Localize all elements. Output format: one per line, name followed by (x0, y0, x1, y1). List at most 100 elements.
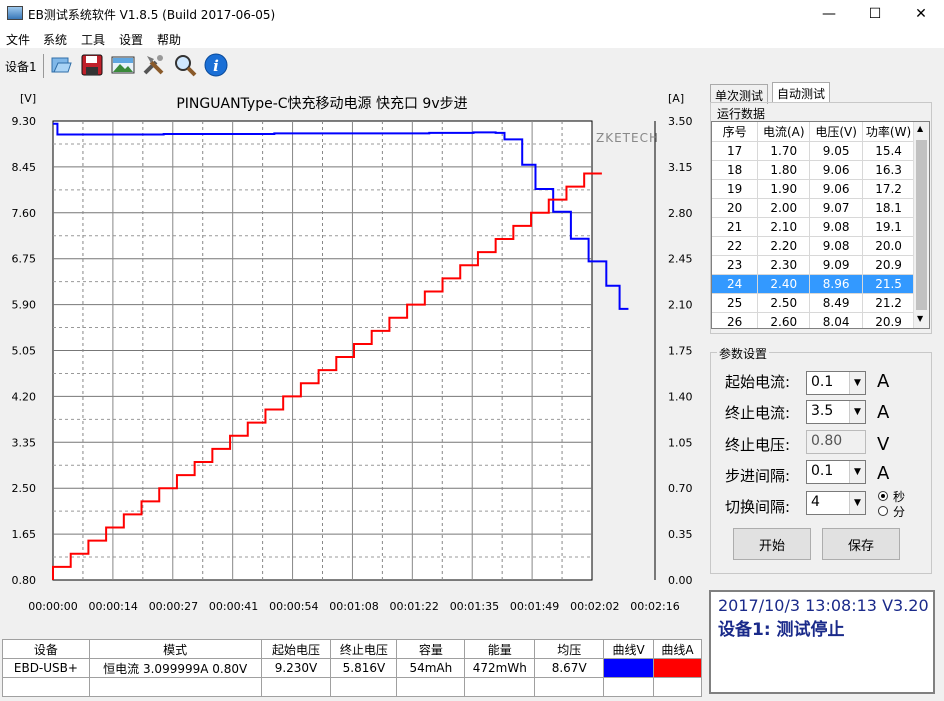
table-row-cell: 2.20 (757, 236, 811, 256)
table-row-cell: 23 (712, 255, 759, 275)
table-row[interactable]: 17 1.70 9.05 15.4 (712, 141, 915, 161)
table-row-cell: 2.10 (757, 217, 811, 237)
radio-seconds[interactable] (878, 491, 888, 501)
table-row-cell: 20 (712, 198, 759, 218)
table-row-cell: 21.2 (862, 293, 915, 313)
maximize-button[interactable]: ☐ (852, 0, 898, 28)
search-icon[interactable] (172, 52, 198, 78)
y-left-tick-label: 4.20 (12, 390, 37, 403)
menu-help[interactable]: 帮助 (157, 31, 181, 48)
table-row-cell: 17.2 (862, 179, 915, 199)
table-row-cell: 1.90 (757, 179, 811, 199)
x-tick-label: 00:01:08 (329, 600, 378, 613)
x-tick-label: 00:00:00 (28, 600, 77, 613)
table-row[interactable]: 24 2.40 8.96 21.5 (712, 274, 915, 294)
start-current-value: 0.1 (811, 374, 834, 390)
header-end-voltage: 终止电压 (330, 639, 398, 659)
cell-energy: 472mWh (464, 658, 536, 678)
radio-minutes[interactable] (878, 506, 888, 516)
tab-single-test[interactable]: 单次测试 (710, 84, 769, 104)
y-left-tick-label: 1.65 (12, 528, 37, 541)
chevron-down-icon[interactable]: ▼ (849, 401, 865, 423)
y-left-tick-label: 5.05 (12, 345, 37, 358)
chevron-down-icon[interactable]: ▼ (849, 492, 865, 514)
window-title: EB测试系统软件 V1.8.5 (Build 2017-06-05) (28, 8, 276, 22)
table-row-cell: 1.70 (757, 141, 811, 161)
info-icon[interactable]: i (203, 52, 229, 78)
device-summary-table: 设备 模式 起始电压 终止电压 容量 能量 均压 曲线V 曲线A EBD-USB… (2, 639, 702, 697)
start-current-select[interactable]: 0.1 ▼ (806, 371, 866, 395)
table-row[interactable]: 25 2.50 8.49 21.2 (712, 293, 915, 313)
table-row-cell: 9.05 (809, 141, 864, 161)
save-button[interactable]: 保存 (822, 528, 900, 560)
run-data-table: 序号 电流(A) 电压(V) 功率(W) 17 1.70 9.05 15.4 18 1.80 9.0… (712, 122, 915, 328)
cell-avg-voltage: 8.67V (534, 658, 605, 678)
run-data-list[interactable]: 序号 电流(A) 电压(V) 功率(W) 17 1.70 9.05 15.4 18 1.80 9.0… (711, 121, 930, 329)
x-tick-label: 00:02:16 (630, 600, 679, 613)
y-right-tick-label: 1.75 (668, 345, 693, 358)
x-tick-label: 00:01:49 (510, 600, 559, 613)
table-row-cell: 2.40 (757, 274, 811, 294)
run-table-header[interactable]: 序号 电流(A) 电压(V) 功率(W) (712, 122, 915, 142)
status-panel: 2017/10/3 13:08:13 V3.20 设备1: 测试停止 (709, 590, 935, 694)
end-current-select[interactable]: 3.5 ▼ (806, 400, 866, 424)
table-row-cell: 20.9 (862, 255, 915, 275)
header-energy: 能量 (464, 639, 536, 659)
table-row[interactable]: 23 2.30 9.09 20.9 (712, 255, 915, 275)
x-tick-label: 00:01:35 (450, 600, 499, 613)
chevron-down-icon[interactable]: ▼ (849, 461, 865, 483)
table-row-cell: 22 (712, 236, 759, 256)
menu-tools[interactable]: 工具 (81, 31, 105, 48)
header-curve-v: 曲线V (603, 639, 655, 659)
table-row-cell: 9.09 (809, 255, 864, 275)
minimize-button[interactable]: — (806, 0, 852, 28)
step-interval-select[interactable]: 0.1 ▼ (806, 460, 866, 484)
y-right-tick-label: 1.05 (668, 436, 693, 449)
cell-end-voltage: 5.816V (330, 658, 398, 678)
menu-settings[interactable]: 设置 (119, 31, 143, 48)
table-row-cell: 8.04 (809, 312, 864, 328)
y-left-tick-label: 2.50 (12, 482, 37, 495)
curve-v-color-swatch[interactable] (603, 658, 655, 678)
menu-file[interactable]: 文件 (6, 31, 30, 48)
table-row[interactable]: 21 2.10 9.08 19.1 (712, 217, 915, 237)
end-current-value: 3.5 (811, 403, 834, 419)
table-row[interactable]: 20 2.00 9.07 18.1 (712, 198, 915, 218)
table-row[interactable]: 18 1.80 9.06 16.3 (712, 160, 915, 180)
table-row[interactable]: 22 2.20 9.08 20.0 (712, 236, 915, 256)
run-table-header-cell: 电流(A) (757, 122, 811, 142)
folder-icon[interactable] (48, 52, 74, 78)
table-row-cell: 26 (712, 312, 759, 328)
header-device: 设备 (2, 639, 90, 659)
scroll-thumb[interactable] (916, 140, 927, 310)
run-data-title: 运行数据 (717, 105, 766, 122)
y-left-tick-label: 8.45 (12, 161, 37, 174)
table-row-cell: 1.80 (757, 160, 811, 180)
cell-mode: 恒电流 3.099999A 0.80V (88, 658, 262, 678)
curve-a-color-swatch[interactable] (653, 658, 702, 678)
app-icon (7, 6, 23, 20)
tools-icon[interactable] (141, 52, 167, 78)
run-data-scrollbar[interactable]: ▲ ▼ (913, 122, 929, 328)
image-icon[interactable] (110, 52, 136, 78)
table-row[interactable]: 26 2.60 8.04 20.9 (712, 312, 915, 328)
scroll-down-icon[interactable]: ▼ (917, 314, 923, 323)
chevron-down-icon[interactable]: ▼ (849, 372, 865, 394)
y-right-tick-label: 2.10 (668, 299, 693, 312)
close-button[interactable]: ✕ (898, 0, 944, 28)
table-row-cell: 2.30 (757, 255, 811, 275)
table-row-cell: 15.4 (862, 141, 915, 161)
voltage-current-chart: PINGUANType-C快充移动电源 快充口 9v步进 [V] [A] ZKETEC… (12, 92, 693, 613)
menu-system[interactable]: 系统 (43, 31, 67, 48)
table-row-cell: 25 (712, 293, 759, 313)
y-right-tick-label: 0.70 (668, 482, 693, 495)
tab-auto-test[interactable]: 自动测试 (772, 82, 831, 103)
save-icon[interactable] (79, 52, 105, 78)
table-row[interactable]: 19 1.90 9.06 17.2 (712, 179, 915, 199)
start-button[interactable]: 开始 (733, 528, 811, 560)
scroll-up-icon[interactable]: ▲ (917, 124, 923, 133)
table-row-cell: 2.50 (757, 293, 811, 313)
switch-interval-select[interactable]: 4 ▼ (806, 491, 866, 515)
header-mode: 模式 (88, 639, 262, 659)
end-voltage-field[interactable]: 0.80 (806, 430, 866, 454)
